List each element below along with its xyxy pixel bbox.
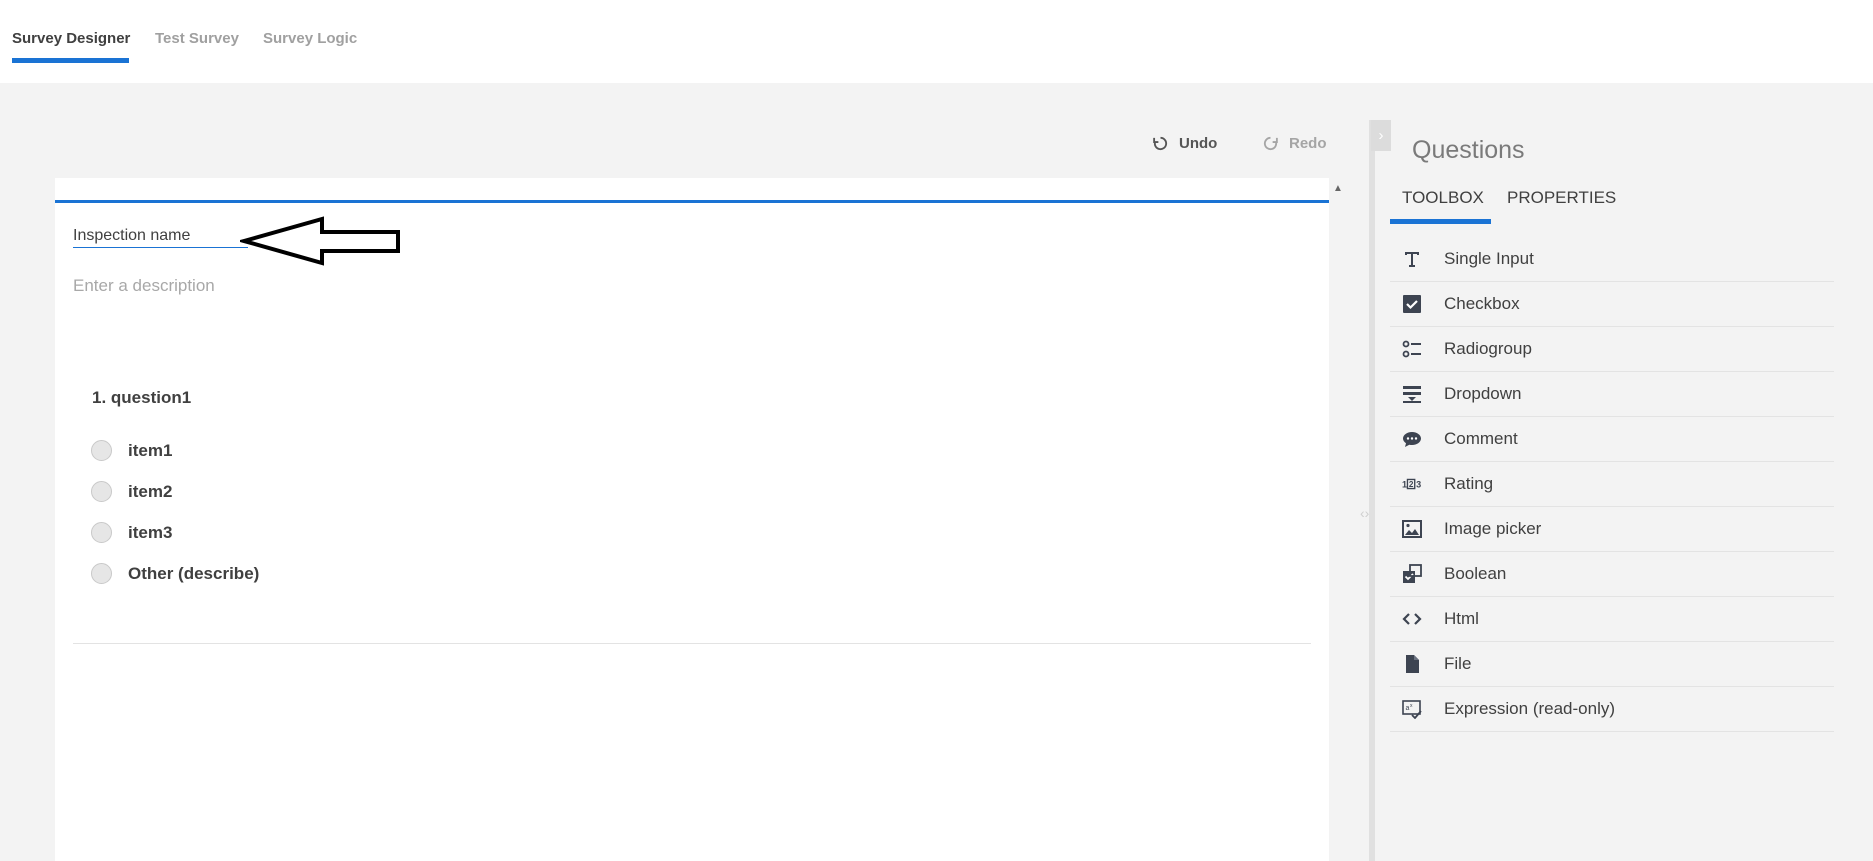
survey-description-input[interactable]: [73, 274, 473, 298]
svg-text:1: 1: [1402, 480, 1407, 490]
toolbox-item-label: File: [1444, 654, 1472, 673]
html-icon: [1401, 608, 1423, 630]
toolbox-item[interactable]: Single Input: [1390, 237, 1834, 282]
canvas-scrollbar[interactable]: [1335, 196, 1343, 861]
toolbox-item[interactable]: Image picker: [1390, 507, 1834, 552]
undo-label: Undo: [1179, 135, 1218, 152]
tab-survey-logic[interactable]: Survey Logic: [263, 30, 357, 47]
panel-tab-indicator: [1390, 219, 1491, 224]
toolbox-item[interactable]: Checkbox: [1390, 282, 1834, 327]
text-icon: [1401, 248, 1423, 270]
toolbox-item[interactable]: Boolean: [1390, 552, 1834, 597]
toolbox-item[interactable]: 1 2 3 Rating: [1390, 462, 1834, 507]
tab-toolbox[interactable]: TOOLBOX: [1402, 188, 1484, 208]
tab-test-survey[interactable]: Test Survey: [155, 30, 239, 47]
radio-choice-item1[interactable]: item1: [91, 440, 172, 461]
choice-label: Other (describe): [128, 563, 260, 583]
radio-button[interactable]: [91, 522, 112, 543]
active-tab-indicator: [12, 58, 129, 63]
rating-icon: 123: [1401, 473, 1423, 495]
toolbox-item-label: Dropdown: [1444, 384, 1522, 403]
toolbox-item-label: Expression (read-only): [1444, 699, 1616, 718]
panel-splitter[interactable]: [1369, 120, 1375, 861]
toolbox-item[interactable]: Comment: [1390, 417, 1834, 462]
file-icon: [1401, 653, 1423, 675]
redo-button[interactable]: Redo: [1262, 135, 1327, 152]
toolbox-item-label: Boolean: [1444, 564, 1507, 583]
redo-label: Redo: [1289, 135, 1327, 152]
question-divider: [73, 643, 1311, 644]
radio-button[interactable]: [91, 563, 112, 584]
choice-label: item1: [128, 440, 173, 460]
toolbox-item[interactable]: File: [1390, 642, 1834, 687]
scroll-up-arrow[interactable]: ▲: [1333, 183, 1345, 194]
toolbox-item[interactable]: Html: [1390, 597, 1834, 642]
top-tab-bar: Survey Designer Test Survey Survey Logic: [0, 0, 1873, 83]
svg-text:x: x: [1410, 703, 1413, 709]
radio-choice-other[interactable]: Other (describe): [91, 563, 259, 584]
redo-icon: [1263, 136, 1278, 151]
toolbox-item-label: Checkbox: [1444, 294, 1520, 313]
radio-button[interactable]: [91, 440, 112, 461]
image-picker-icon: [1401, 518, 1423, 540]
tab-properties[interactable]: PROPERTIES: [1507, 188, 1616, 208]
toolbox-item-label: Rating: [1444, 474, 1494, 493]
tab-survey-designer[interactable]: Survey Designer: [12, 30, 130, 47]
radio-button[interactable]: [91, 481, 112, 502]
toolbox-item[interactable]: Radiogroup: [1390, 327, 1834, 372]
collapse-panel-chevron-icon[interactable]: ›: [1371, 120, 1391, 151]
radio-choice-item2[interactable]: item2: [91, 481, 172, 502]
dropdown-icon: [1401, 383, 1423, 405]
question-title[interactable]: 1. question1: [92, 388, 191, 408]
svg-text:a: a: [1406, 705, 1410, 712]
toolbox-item-label: Radiogroup: [1444, 339, 1532, 358]
survey-selected-border: [55, 200, 1329, 203]
toolbox-item[interactable]: a x Expression (read-only): [1390, 687, 1834, 732]
expression-icon: ax: [1401, 698, 1423, 720]
radiogroup-icon: [1401, 338, 1423, 360]
undo-icon: [1153, 136, 1168, 151]
comment-icon: [1401, 428, 1423, 450]
toolbox-item[interactable]: Dropdown: [1390, 372, 1834, 417]
toolbox-item-label: Single Input: [1444, 249, 1534, 268]
choice-label: item3: [128, 522, 173, 542]
svg-text:3: 3: [1416, 480, 1421, 490]
questions-panel-title: Questions: [1412, 136, 1525, 164]
annotation-arrow-icon: [240, 216, 400, 266]
survey-title-input[interactable]: [73, 224, 248, 248]
checkbox-icon: [1401, 293, 1423, 315]
choice-label: item2: [128, 481, 173, 501]
radio-choice-item3[interactable]: item3: [91, 522, 172, 543]
toolbox-item-label: Comment: [1444, 429, 1518, 448]
undo-button[interactable]: Undo: [1152, 135, 1217, 152]
toolbox-item-label: Image picker: [1444, 519, 1542, 538]
boolean-icon: [1401, 563, 1423, 585]
toolbox-item-label: Html: [1444, 609, 1479, 628]
svg-text:2: 2: [1409, 480, 1414, 489]
splitter-grip-icon[interactable]: ‹›: [1360, 505, 1369, 521]
